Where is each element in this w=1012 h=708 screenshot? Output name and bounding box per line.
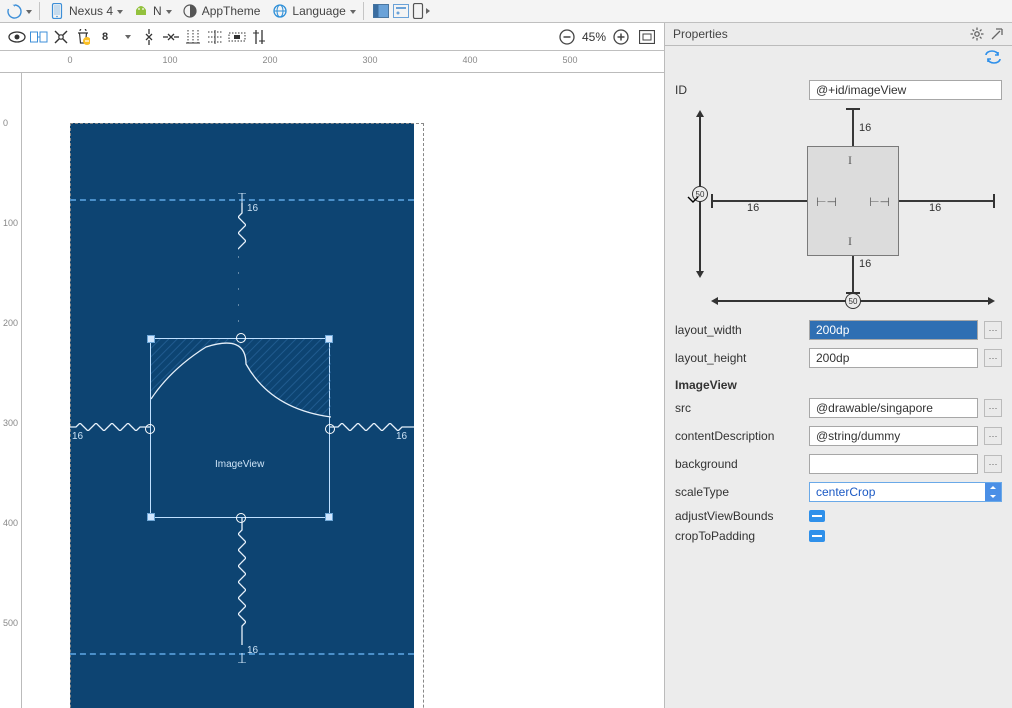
default-margin-button[interactable]: 8 bbox=[94, 26, 116, 48]
zoom-out-button[interactable] bbox=[556, 26, 578, 48]
cw-margin-left: 16 bbox=[747, 202, 759, 214]
variants-icon[interactable] bbox=[412, 2, 430, 20]
theme-icon bbox=[181, 2, 199, 20]
phone-icon bbox=[48, 2, 66, 20]
ruler-vertical: 0 100 200 300 400 500 bbox=[0, 73, 22, 708]
prop-src-input[interactable] bbox=[809, 398, 978, 418]
ruler-horizontal: 0 100 200 300 400 500 6 bbox=[0, 51, 664, 73]
dropdown-arrow-icon bbox=[164, 4, 172, 18]
prop-section-imageview: ImageView bbox=[675, 378, 1002, 392]
theme-picker[interactable]: AppTheme bbox=[176, 0, 267, 22]
orientation-menu[interactable] bbox=[0, 0, 36, 22]
prop-scaletype-label: scaleType bbox=[675, 485, 809, 499]
default-margin-dropdown[interactable] bbox=[116, 26, 138, 48]
prop-id-input[interactable] bbox=[809, 80, 1002, 100]
prop-ctp-toggle[interactable] bbox=[809, 530, 825, 542]
pack-icon[interactable] bbox=[138, 26, 160, 48]
prop-cd-label: contentDescription bbox=[675, 429, 809, 443]
prop-height-input[interactable] bbox=[809, 348, 978, 368]
collapse-icon[interactable] bbox=[990, 27, 1004, 41]
more-button[interactable]: ··· bbox=[984, 427, 1002, 445]
prop-width-label: layout_width bbox=[675, 323, 809, 337]
prop-id-label: ID bbox=[675, 83, 809, 97]
distribute-v-icon[interactable] bbox=[204, 26, 226, 48]
api-picker[interactable]: N bbox=[127, 0, 176, 22]
dropdown-arrow-icon bbox=[115, 4, 123, 18]
zoom-percent: 45% bbox=[582, 30, 606, 44]
more-button[interactable]: ··· bbox=[984, 349, 1002, 367]
cycle-icon[interactable] bbox=[984, 50, 1002, 64]
prop-width-input[interactable]: 200dp bbox=[809, 320, 978, 340]
config-toolbar: Nexus 4 N AppTheme Language bbox=[0, 0, 1012, 23]
prop-bg-label: background bbox=[675, 457, 809, 471]
prop-ctp-label: cropToPadding bbox=[675, 529, 809, 543]
view-label: ImageView bbox=[215, 459, 264, 470]
prop-scaletype-select[interactable]: centerCrop bbox=[809, 482, 1002, 502]
device-picker[interactable]: Nexus 4 bbox=[43, 0, 127, 22]
properties-title: Properties bbox=[673, 27, 728, 41]
locale-name: Language bbox=[292, 4, 345, 18]
properties-panel: Properties ID 50 bbox=[665, 23, 1012, 708]
layout-decorations-icon[interactable] bbox=[392, 2, 410, 20]
center-icon[interactable] bbox=[226, 26, 248, 48]
prop-src-label: src bbox=[675, 401, 809, 415]
zoom-in-button[interactable] bbox=[610, 26, 632, 48]
distribute-h-icon[interactable] bbox=[182, 26, 204, 48]
device-frame: 16 ImageView bbox=[70, 123, 414, 708]
design-toolbar: 8 45% bbox=[0, 23, 664, 51]
theme-name: AppTheme bbox=[202, 4, 261, 18]
prop-avb-toggle[interactable] bbox=[809, 510, 825, 522]
locale-picker[interactable]: Language bbox=[266, 0, 359, 22]
constraint-widget[interactable]: 50 50 I I ⊢⊣ ⊢⊣ bbox=[675, 104, 1002, 314]
selected-view[interactable]: ImageView bbox=[150, 338, 330, 518]
canvas-area[interactable]: 0 100 200 300 400 500 6 0 100 200 300 40… bbox=[0, 51, 664, 708]
show-constraints-icon[interactable] bbox=[6, 26, 28, 48]
gear-icon[interactable] bbox=[970, 27, 984, 41]
api-level: N bbox=[153, 4, 162, 18]
cw-margin-right: 16 bbox=[929, 202, 941, 214]
guidelines-icon[interactable] bbox=[248, 26, 270, 48]
device-name: Nexus 4 bbox=[69, 4, 113, 18]
constraint-margin-top: 16 bbox=[247, 203, 258, 214]
cw-margin-bottom: 16 bbox=[859, 258, 871, 270]
prop-cd-input[interactable] bbox=[809, 426, 978, 446]
prop-height-label: layout_height bbox=[675, 351, 809, 365]
design-surface-icon[interactable] bbox=[372, 2, 390, 20]
rotate-icon bbox=[5, 2, 23, 20]
android-icon bbox=[132, 2, 150, 20]
globe-icon bbox=[271, 2, 289, 20]
clear-constraints-icon[interactable] bbox=[72, 26, 94, 48]
dropdown-arrow-icon bbox=[24, 4, 32, 18]
prop-bg-input[interactable] bbox=[809, 454, 978, 474]
design-canvas-pane: 8 45% 0 100 200 300 400 bbox=[0, 23, 665, 708]
more-button[interactable]: ··· bbox=[984, 455, 1002, 473]
constraint-margin-right: 16 bbox=[396, 431, 407, 442]
zoom-fit-button[interactable] bbox=[636, 26, 658, 48]
more-button[interactable]: ··· bbox=[984, 399, 1002, 417]
blueprint-mode-icon[interactable] bbox=[28, 26, 50, 48]
cw-margin-top: 16 bbox=[859, 122, 871, 134]
constraint-margin-left: 16 bbox=[72, 431, 83, 442]
constraint-margin-bottom: 16 bbox=[247, 645, 258, 656]
bias-horizontal-knob[interactable]: 50 bbox=[845, 293, 861, 309]
autoconnect-icon[interactable] bbox=[50, 26, 72, 48]
dropdown-arrow-icon bbox=[348, 4, 356, 18]
align-icon[interactable] bbox=[160, 26, 182, 48]
prop-avb-label: adjustViewBounds bbox=[675, 509, 809, 523]
more-button[interactable]: ··· bbox=[984, 321, 1002, 339]
